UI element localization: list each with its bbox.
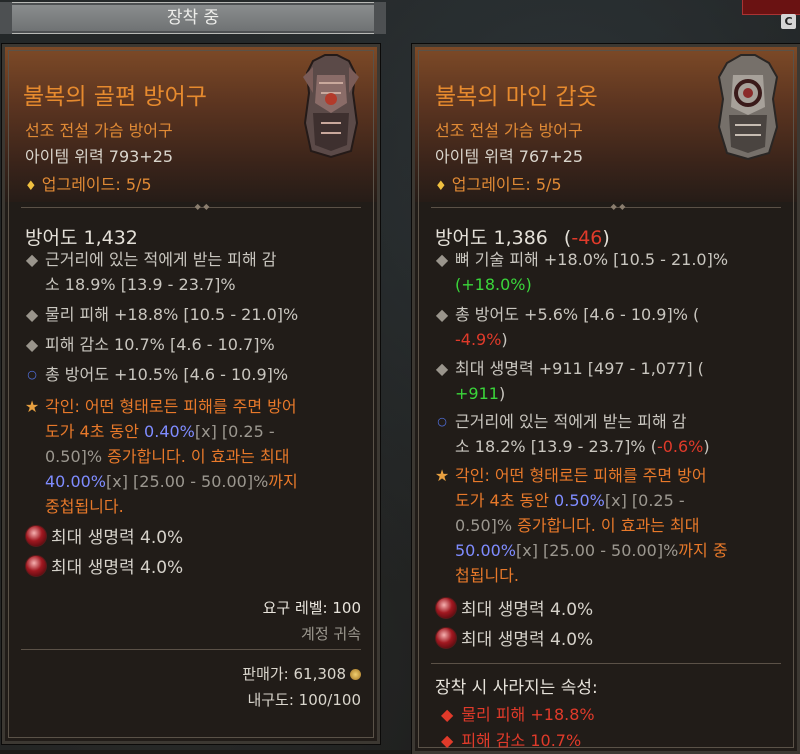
lost-affix-row: ◆ 물리 피해 +18.8% <box>441 705 595 724</box>
chest-armor-icon <box>707 53 789 165</box>
bullet-icon: ◆ <box>435 359 449 378</box>
required-level: 요구 레벨: 100 <box>262 599 361 617</box>
bullet-icon: ◆ <box>435 250 449 269</box>
divider: ◆ ◆ <box>431 203 781 211</box>
upgrade-diamond-icon: ♦ <box>435 179 447 194</box>
ruby-gem-icon <box>25 555 47 577</box>
affix-row: ◆ 피해 감소 10.7% [4.6 - 10.7]% <box>23 332 275 357</box>
affix-row: ○ 총 방어도 +10.5% [4.6 - 10.9]% <box>23 362 288 387</box>
equipped-tab-label: 장착 중 <box>166 8 220 28</box>
tempered-bullet-icon: ○ <box>27 368 37 381</box>
lost-affix-row: ◆ 피해 감소 10.7% <box>441 731 582 750</box>
upgrade-label: 업그레이드: 5/5 <box>451 175 562 194</box>
bullet-icon: ◆ <box>435 305 449 324</box>
divider <box>431 663 781 664</box>
item-upgrade: ♦ 업그레이드: 5/5 <box>435 171 562 195</box>
ruby-gem-icon <box>435 627 457 649</box>
gold-coin-icon <box>350 669 361 680</box>
item-type: 선조 전설 가슴 방어구 <box>435 121 583 140</box>
armor-value: 방어도 1,432 <box>25 227 138 249</box>
star-icon: ★ <box>434 466 450 485</box>
sell-price: 판매가: 61,308 <box>242 663 361 684</box>
affix-row: ◆ 총 방어도 +5.6% [4.6 - 10.9]% ( -4.9%) <box>433 302 783 352</box>
star-icon: ★ <box>24 397 40 416</box>
equipped-tab: 장착 중 <box>0 2 386 34</box>
upgrade-label: 업그레이드: 5/5 <box>41 175 152 194</box>
item-power: 아이템 위력 793+25 <box>25 147 174 166</box>
upgrade-diamond-icon: ♦ <box>25 179 37 194</box>
item-name: 불복의 마인 갑옷 <box>435 84 598 110</box>
aspect-block: ★ 각인: 어떤 형태로든 피해를 주면 방어 도가 4초 동안 0.50%[x… <box>433 463 793 588</box>
chest-armor-icon <box>291 53 371 165</box>
account-bound: 계정 귀속 <box>301 625 361 643</box>
bullet-icon: ◆ <box>25 305 39 324</box>
affix-row: ◆ 물리 피해 +18.8% [10.5 - 21.0]% <box>23 302 298 327</box>
bullet-icon: ◆ <box>441 705 454 724</box>
gem-socket-row: 최대 생명력 4.0% <box>435 625 593 650</box>
equipped-item-tooltip: 불복의 골편 방어구 선조 전설 가슴 방어구 아이템 위력 793+25 ♦ … <box>1 43 381 745</box>
affix-row: ◆ 최대 생명력 +911 [497 - 1,077] ( +911) <box>433 356 783 406</box>
affix-row: ○ 근거리에 있는 적에게 받는 피해 감 소 18.2% [13.9 - 23… <box>433 409 783 459</box>
item-upgrade: ♦ 업그레이드: 5/5 <box>25 171 152 195</box>
divider <box>21 649 361 650</box>
gem-socket-row: 최대 생명력 4.0% <box>25 523 183 548</box>
armor-diff: -46 <box>571 227 603 249</box>
comparison-item-tooltip: 불복의 마인 갑옷 선조 전설 가슴 방어구 아이템 위력 767+25 ♦ 업… <box>411 43 800 754</box>
item-name: 불복의 골편 방어구 <box>23 84 207 110</box>
armor-value: 방어도 1,386 (-46) <box>435 227 610 249</box>
affix-row: ◆ 뼈 기술 피해 +18.0% [10.5 - 21.0]% (+18.0%) <box>433 247 783 297</box>
affix-row: ◆ 근거리에 있는 적에게 받는 피해 감 소 18.9% [13.9 - 23… <box>23 247 363 297</box>
c-key-icon: C <box>781 14 796 29</box>
item-power: 아이템 위력 767+25 <box>435 147 584 166</box>
bullet-icon: ◆ <box>441 731 454 750</box>
gem-socket-row: 최대 생명력 4.0% <box>435 595 593 620</box>
durability: 내구도: 100/100 <box>247 691 361 709</box>
ruby-gem-icon <box>25 525 47 547</box>
item-type: 선조 전설 가슴 방어구 <box>25 121 173 140</box>
gem-socket-row: 최대 생명력 4.0% <box>25 553 183 578</box>
ruby-gem-icon <box>435 597 457 619</box>
lost-affixes-title: 장착 시 사라지는 속성: <box>435 678 598 698</box>
divider: ◆ ◆ <box>21 203 361 211</box>
bullet-icon: ◆ <box>25 335 39 354</box>
tempered-bullet-icon: ○ <box>437 415 447 428</box>
top-right-button[interactable] <box>742 0 800 15</box>
bullet-icon: ◆ <box>25 250 39 269</box>
aspect-block: ★ 각인: 어떤 형태로든 피해를 주면 방어 도가 4초 동안 0.40%[x… <box>23 394 368 519</box>
